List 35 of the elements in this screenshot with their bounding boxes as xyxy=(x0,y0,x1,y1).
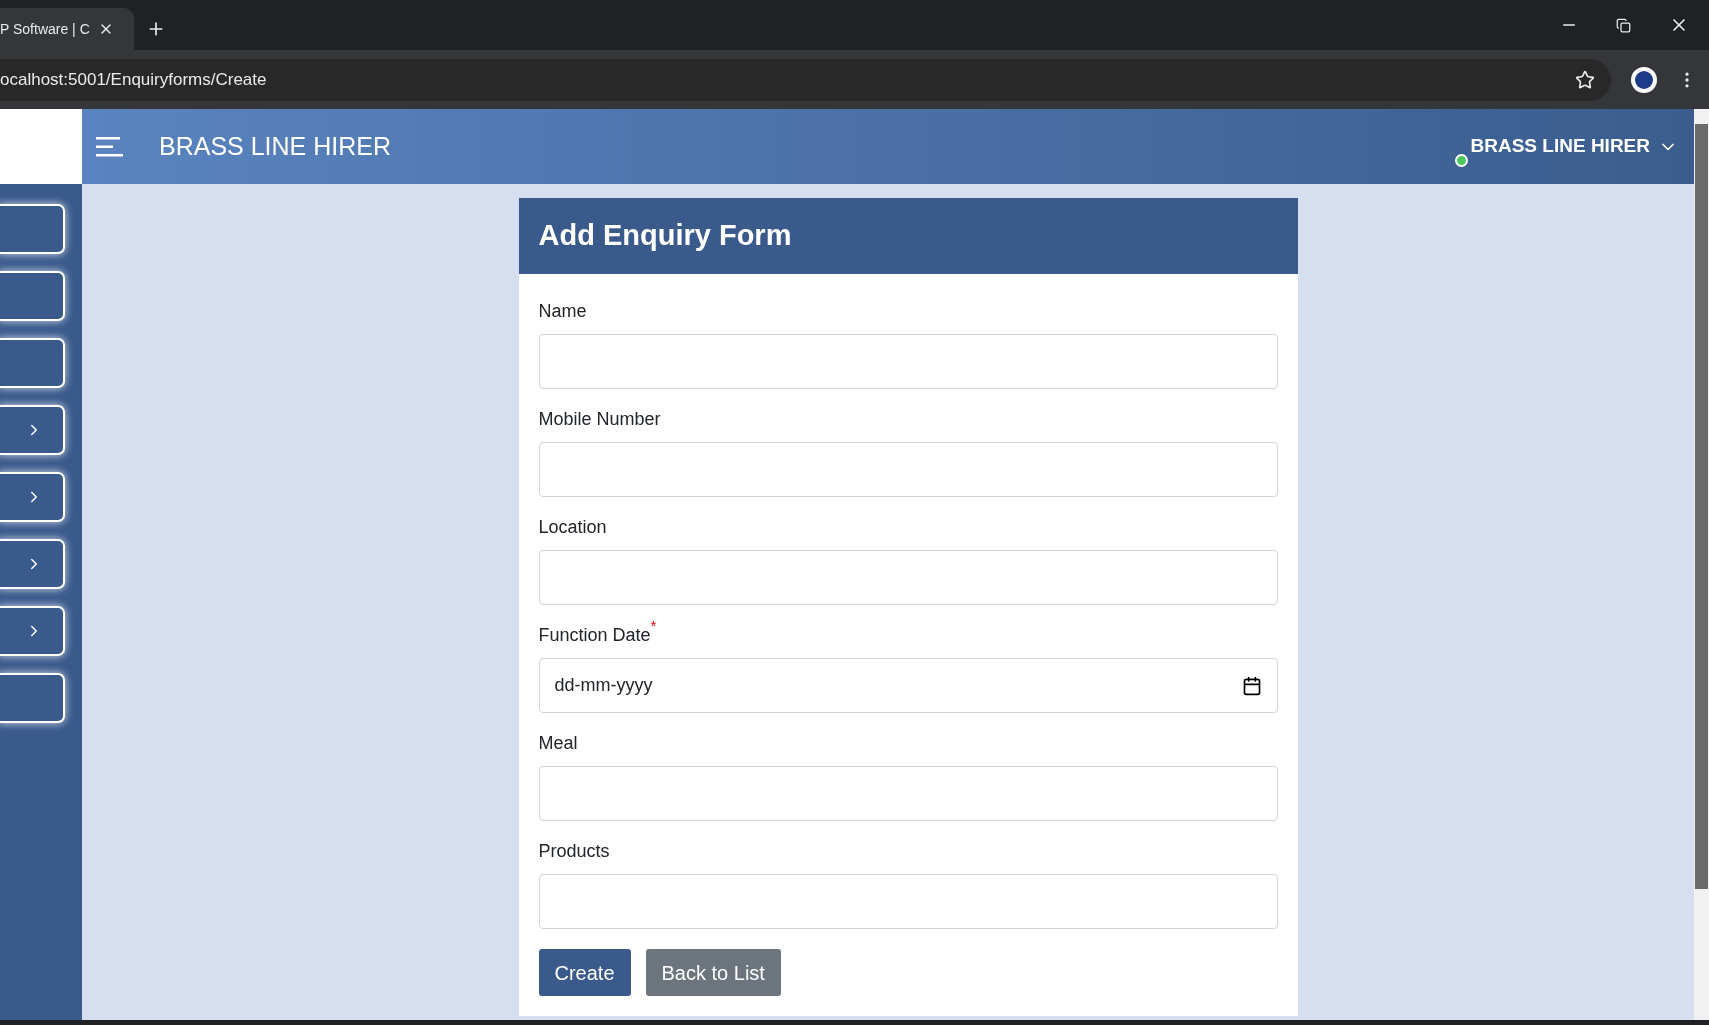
form-title: Add Enquiry Form xyxy=(538,218,792,254)
restore-icon[interactable] xyxy=(1616,17,1631,33)
back-button[interactable]: Back to List xyxy=(645,949,781,996)
app-title: BRASS LINE HIRER xyxy=(159,130,391,162)
field-label: Name xyxy=(538,300,587,323)
input-field[interactable] xyxy=(538,334,1278,389)
profile-avatar-icon[interactable] xyxy=(1631,66,1657,93)
url-text: ocalhost:5001/Enquiryforms/Create xyxy=(0,68,268,91)
input-field[interactable] xyxy=(538,874,1278,929)
tab-title: P Software | C xyxy=(0,19,90,39)
sidebar-item[interactable] xyxy=(0,338,65,388)
address-bar[interactable]: ocalhost:5001/Enquiryforms/Create xyxy=(0,58,1611,101)
input-field[interactable] xyxy=(538,550,1278,605)
field-label: Location xyxy=(538,516,607,539)
field-label: Mobile Number xyxy=(538,408,661,431)
field-label: Function Date xyxy=(538,624,651,647)
sidebar-item[interactable] xyxy=(0,472,65,522)
bookmark-star-icon[interactable] xyxy=(1575,69,1595,90)
sidebar-item[interactable] xyxy=(0,271,65,321)
user-name[interactable]: BRASS LINE HIRER xyxy=(1470,132,1650,161)
field-label: Meal xyxy=(538,732,578,755)
date-field[interactable]: dd-mm-yyyy xyxy=(538,658,1278,713)
field-label: Products xyxy=(538,840,610,863)
calendar-icon[interactable] xyxy=(1241,675,1262,696)
sidebar-item[interactable] xyxy=(0,539,65,589)
date-placeholder: dd-mm-yyyy xyxy=(554,674,654,697)
sidebar-item[interactable] xyxy=(0,405,65,455)
required-mark: * xyxy=(650,618,657,633)
sidebar-item[interactable] xyxy=(0,204,65,254)
browser-tab[interactable]: P Software | C xyxy=(0,8,134,50)
create-button[interactable]: Create xyxy=(538,949,631,996)
sidebar-item[interactable] xyxy=(0,606,65,656)
input-field[interactable] xyxy=(538,766,1278,821)
input-field[interactable] xyxy=(538,442,1278,497)
sidebar-item[interactable] xyxy=(0,673,65,723)
